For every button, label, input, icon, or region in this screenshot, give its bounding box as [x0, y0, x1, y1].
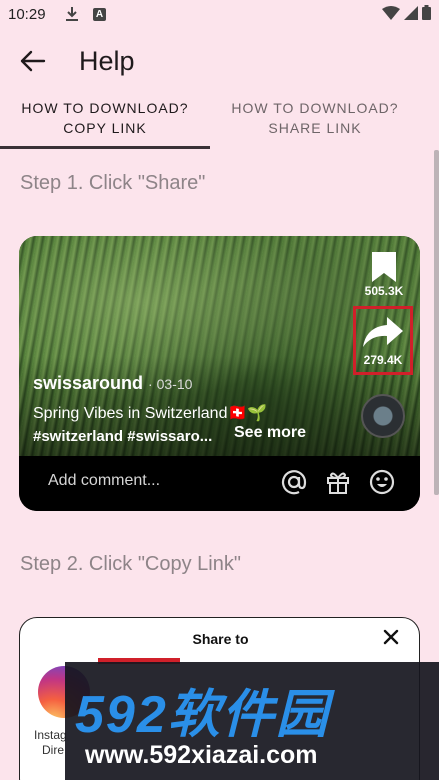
username-text: swissaround	[33, 373, 144, 393]
instagram-direct-label: Instag Dire	[34, 728, 67, 758]
music-disc-icon	[361, 394, 405, 438]
share-sheet-title: Share to	[192, 631, 249, 647]
wifi-icon	[382, 5, 400, 25]
step-1-label: Step 1. Click "Share"	[20, 172, 206, 194]
watermark-url: www.592xiazai.com	[85, 741, 318, 769]
tab-share-link-line1: HOW TO DOWNLOAD?	[231, 100, 399, 116]
tab-copy-link-line2: COPY LINK	[63, 120, 147, 136]
back-button[interactable]	[16, 46, 50, 76]
video-hashtags: #switzerland #swissaro...	[33, 428, 213, 445]
video-username: swissaround · 03-10	[33, 373, 192, 394]
step-1-screenshot: 505.3K 279.4K swissaround · 03-10 Spring…	[19, 236, 420, 511]
comment-bar: Add comment...	[19, 456, 420, 511]
tab-bar: HOW TO DOWNLOAD? COPY LINK HOW TO DOWNLO…	[0, 98, 439, 148]
mention-icon	[281, 469, 307, 500]
tab-copy-link-line1: HOW TO DOWNLOAD?	[21, 100, 189, 116]
scrollbar[interactable]	[434, 150, 439, 495]
gift-icon	[325, 469, 351, 500]
video-caption: Spring Vibes in Switzerland🇨🇭🌱	[33, 405, 268, 422]
comment-input: Add comment...	[48, 472, 161, 489]
emoji-icon	[369, 469, 395, 500]
see-more-link: See more	[234, 424, 307, 441]
tab-copy-link[interactable]: HOW TO DOWNLOAD? COPY LINK	[0, 98, 210, 148]
app-notification-icon: A	[93, 8, 106, 21]
app-bar: Help	[0, 36, 439, 88]
arrow-left-icon	[20, 50, 46, 72]
watermark: 592软件园 www.592xiazai.com	[65, 662, 439, 780]
tab-share-link[interactable]: HOW TO DOWNLOAD? SHARE LINK	[210, 98, 420, 148]
watermark-brand: 592软件园	[75, 686, 330, 744]
page-title: Help	[79, 46, 135, 76]
bookmark-count: 505.3K	[364, 284, 404, 298]
share-count: 279.4K	[363, 353, 403, 367]
instagram-label-line1: Instag	[34, 728, 67, 742]
video-date: · 03-10	[148, 376, 193, 392]
status-time: 10:29	[8, 6, 46, 23]
tab-indicator	[0, 146, 210, 149]
status-right	[382, 5, 431, 25]
download-icon	[65, 6, 79, 27]
instagram-label-line2: Dire	[42, 743, 65, 757]
status-bar: 10:29 A	[0, 0, 439, 30]
step-2-label: Step 2. Click "Copy Link"	[20, 553, 241, 575]
share-arrow-icon	[361, 314, 405, 355]
comment-icons	[281, 469, 395, 500]
battery-icon	[422, 5, 431, 25]
signal-icon	[404, 5, 418, 25]
tab-share-link-line2: SHARE LINK	[268, 120, 362, 136]
close-icon	[382, 628, 400, 651]
